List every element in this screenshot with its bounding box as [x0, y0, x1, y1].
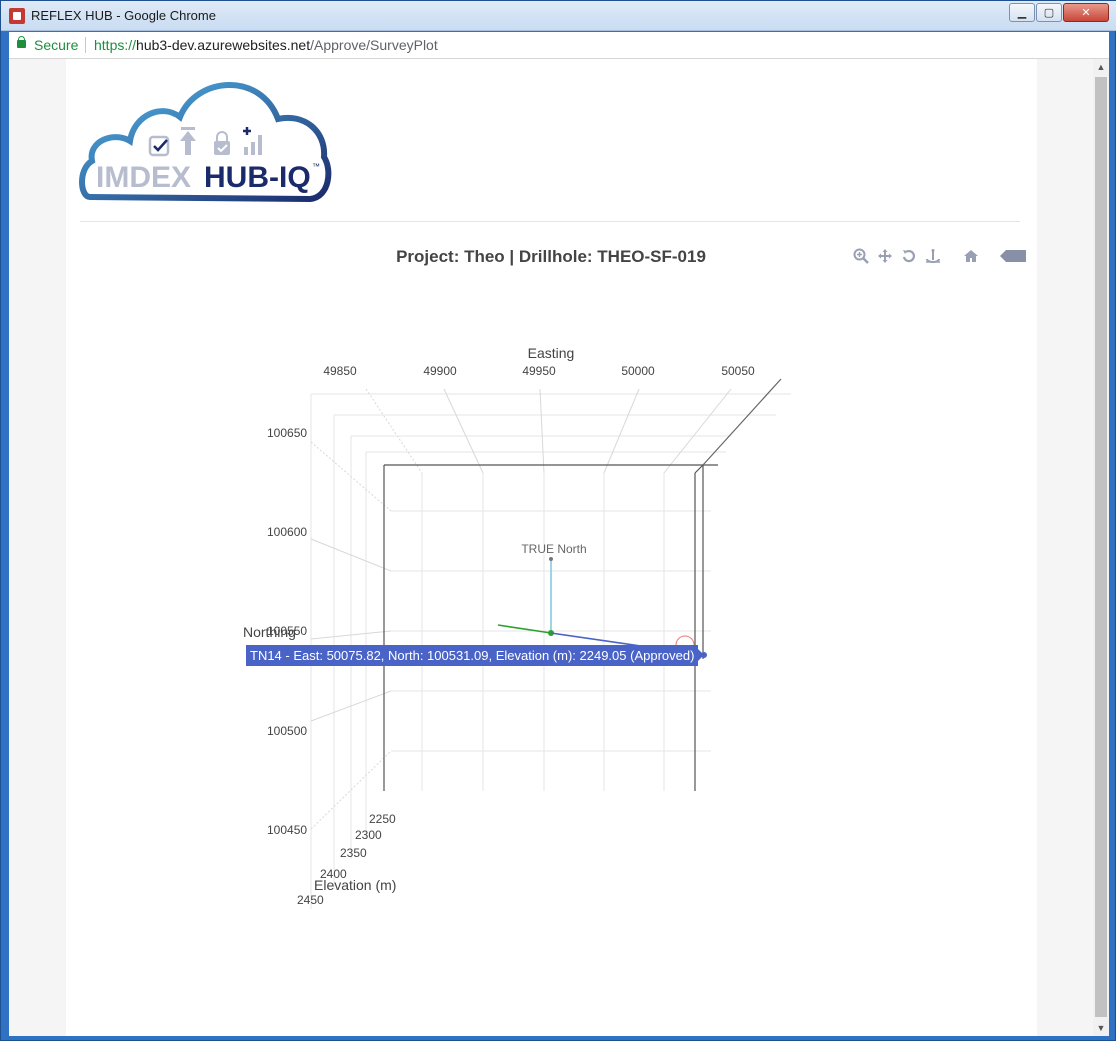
x-tick-label: 50000 — [621, 364, 655, 378]
z-tick-label: 2250 — [369, 812, 396, 826]
app-icon — [9, 8, 25, 24]
page-viewport: IMDEX HUB-IQ ™ Project: Theo | Drillhole… — [9, 59, 1109, 1036]
window-title: REFLEX HUB - Google Chrome — [31, 8, 216, 23]
bounding-box — [383, 378, 782, 791]
secure-label[interactable]: Secure — [34, 37, 78, 53]
z-tick-label: 2400 — [320, 867, 347, 881]
address-bar[interactable]: Secure https://hub3-dev.azurewebsites.ne… — [9, 32, 1109, 59]
address-separator — [85, 37, 86, 53]
browser-window: REFLEX HUB - Google Chrome ▁ ▢ ✕ Secure … — [0, 0, 1116, 1041]
y-tick-label: 100600 — [267, 525, 307, 539]
azimuth-line — [497, 624, 552, 634]
z-tick-label: 2350 — [340, 846, 367, 860]
tick-connector-lines — [310, 388, 732, 830]
scroll-thumb[interactable] — [1095, 77, 1107, 1017]
survey-3d-plot[interactable]: Easting Northing Elevation (m) 49850 499… — [66, 59, 1037, 1036]
title-bar: REFLEX HUB - Google Chrome ▁ ▢ ✕ — [1, 1, 1116, 31]
z-tick-label: 2300 — [355, 828, 382, 842]
minimize-button[interactable]: ▁ — [1009, 3, 1035, 22]
page-content: IMDEX HUB-IQ ™ Project: Theo | Drillhole… — [66, 59, 1037, 1036]
url-scheme: https:// — [94, 37, 137, 53]
close-button[interactable]: ✕ — [1063, 3, 1109, 22]
x-tick-label: 49850 — [323, 364, 357, 378]
url-host: hub3-dev.azurewebsites.net — [136, 37, 311, 53]
hover-spike-marker — [675, 635, 695, 646]
url-path: /Approve/SurveyPlot — [310, 37, 438, 53]
y-tick-label: 100650 — [267, 426, 307, 440]
hover-tooltip: TN14 - East: 50075.82, North: 100531.09,… — [246, 645, 705, 666]
true-north-label: TRUE North — [521, 542, 586, 556]
true-north-point — [549, 557, 553, 561]
vertical-scrollbar[interactable]: ▲ ▼ — [1093, 59, 1109, 1036]
x-tick-label: 50050 — [721, 364, 755, 378]
x-axis-title: Easting — [528, 345, 575, 361]
y-tick-label: 100450 — [267, 823, 307, 837]
url-text[interactable]: https://hub3-dev.azurewebsites.net/Appro… — [94, 37, 438, 53]
scroll-up-arrow[interactable]: ▲ — [1093, 59, 1109, 75]
y-tick-label: 100500 — [267, 724, 307, 738]
x-tick-label: 49900 — [423, 364, 457, 378]
z-tick-label: 2450 — [297, 893, 324, 907]
scroll-down-arrow[interactable]: ▼ — [1093, 1020, 1109, 1036]
y-tick-label: 100550 — [267, 624, 307, 638]
lock-icon[interactable] — [17, 36, 26, 48]
x-tick-label: 49950 — [522, 364, 556, 378]
maximize-button[interactable]: ▢ — [1036, 3, 1062, 22]
